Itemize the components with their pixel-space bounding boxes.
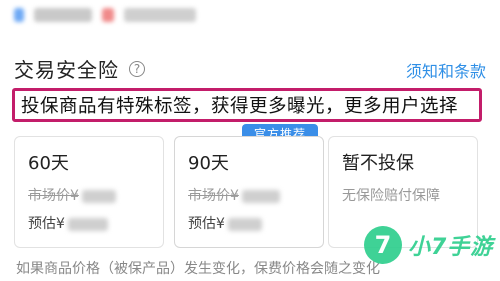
option-name: 60天 <box>28 153 69 174</box>
market-price: 市场价¥ <box>28 185 116 205</box>
blurred-price <box>81 189 116 203</box>
estimate-price: 预估¥ <box>188 213 262 233</box>
highlight-banner: 投保商品有特殊标签，获得更多曝光，更多用户选择 <box>12 88 482 122</box>
market-price: 市场价¥ <box>188 185 280 205</box>
blurred-icon <box>102 8 114 22</box>
price-change-note: 如果商品价格（被保产品）发生变化，保费价格会随之变化 <box>16 261 380 277</box>
blurred-text <box>124 8 196 22</box>
blurred-text <box>34 8 92 22</box>
blurred-price <box>241 189 280 203</box>
section-header: 交易安全险 ? <box>14 54 145 83</box>
blurred-icon <box>14 8 24 22</box>
watermark-badge: 7 <box>364 226 402 264</box>
watermark-logo: 7 小7手游 <box>364 226 493 264</box>
question-circle-icon[interactable]: ? <box>129 60 145 77</box>
option-name: 90天 <box>188 153 229 174</box>
banner-text: 投保商品有特殊标签，获得更多曝光，更多用户选择 <box>21 96 459 117</box>
option-card-60-days[interactable]: 60天 市场价¥ 预估¥ <box>14 136 164 248</box>
option-card-90-days[interactable]: 90天 市场价¥ 预估¥ <box>174 136 324 248</box>
blurred-price <box>67 217 108 231</box>
estimate-price: 预估¥ <box>28 213 108 233</box>
section-title: 交易安全险 <box>14 58 119 82</box>
terms-link[interactable]: 须知和条款 <box>406 58 486 82</box>
watermark-text: 小7手游 <box>408 235 494 260</box>
option-description: 无保险赔付保障 <box>342 188 440 204</box>
option-name: 暂不投保 <box>342 153 414 174</box>
top-status-bar <box>14 6 196 24</box>
blurred-price <box>227 217 262 231</box>
